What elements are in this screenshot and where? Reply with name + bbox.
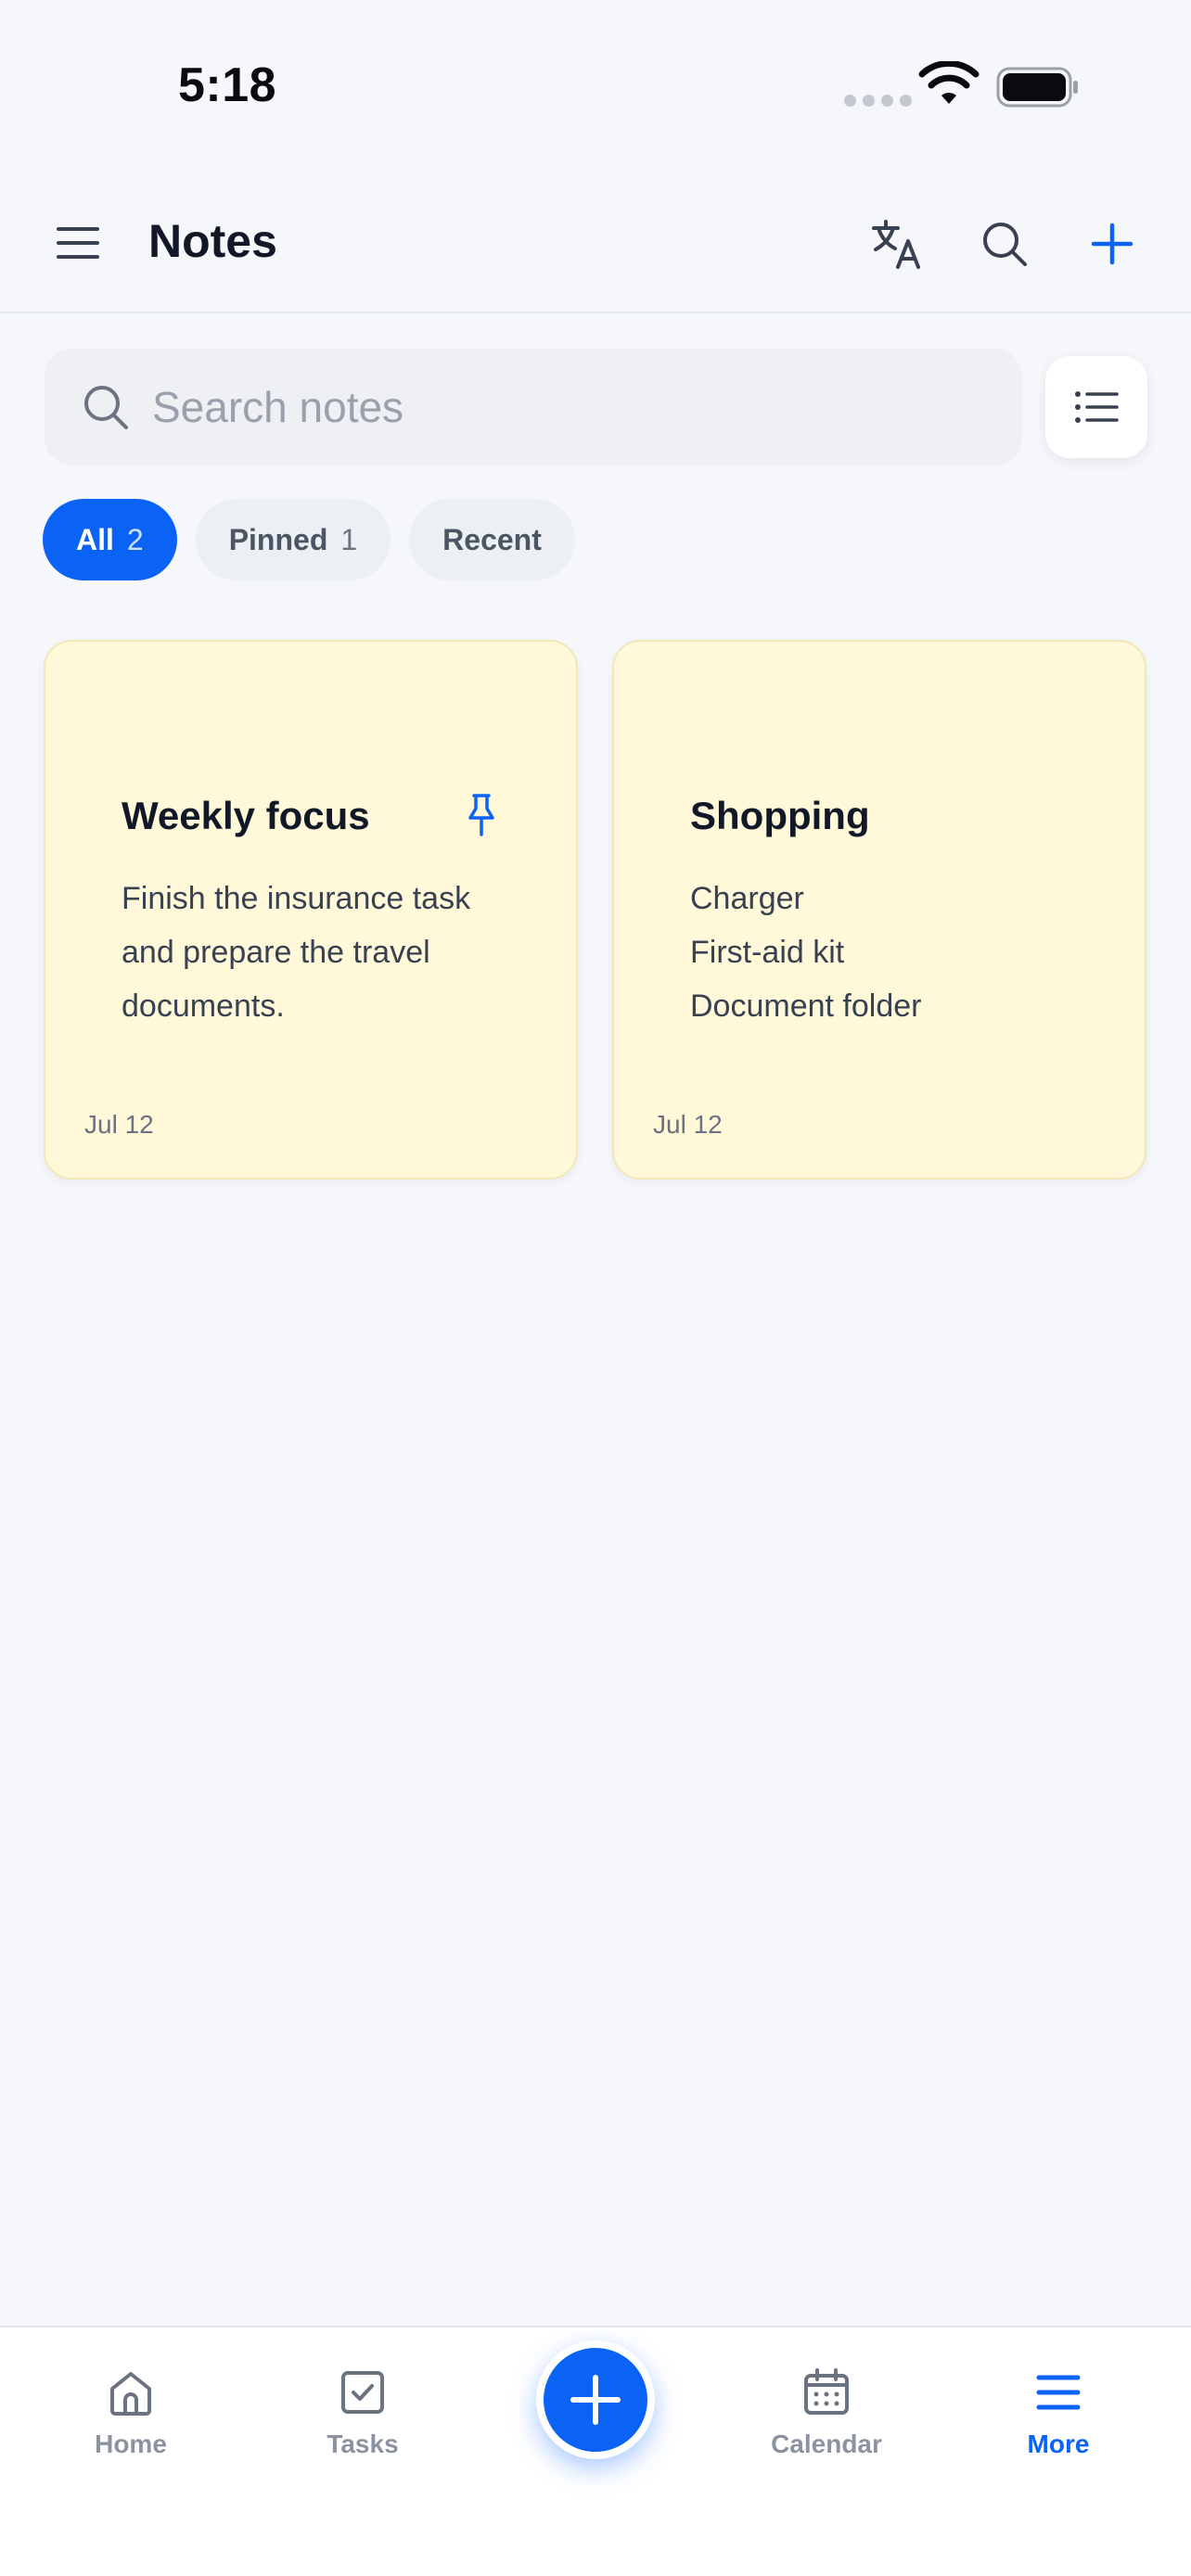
checkbox-icon: [341, 2371, 384, 2414]
nav-label: More: [1027, 2429, 1090, 2458]
nav-item-tasks[interactable]: Tasks: [270, 2365, 455, 2459]
note-title: Shopping: [690, 794, 870, 837]
nav-item-more[interactable]: More: [966, 2365, 1151, 2459]
translate-button[interactable]: [864, 211, 929, 276]
note-card[interactable]: Weekly focus Finish the insurance task a…: [44, 640, 578, 1180]
chip-label: Recent: [442, 522, 542, 556]
note-body: Finish the insurance task and prepare th…: [122, 881, 471, 1024]
cellular-signal-icon: [844, 95, 912, 107]
search-icon: [983, 223, 1027, 266]
search-input[interactable]: [152, 349, 987, 465]
note-card[interactable]: Shopping Charger First-aid kit Document …: [612, 640, 1146, 1180]
nav-item-home[interactable]: Home: [38, 2365, 224, 2459]
note-line: Document folder: [690, 988, 922, 1024]
nav-label: Home: [95, 2429, 167, 2458]
page-title: Notes: [148, 215, 277, 267]
note-body: Charger First-aid kit Document folder: [690, 872, 1098, 1033]
pin-icon[interactable]: [463, 792, 500, 838]
translate-icon: [872, 220, 920, 269]
filter-chip-all[interactable]: All 2: [43, 499, 177, 580]
status-bar: 5:18: [0, 0, 1191, 176]
filter-chip-pinned[interactable]: Pinned 1: [195, 499, 391, 580]
chip-label: Pinned: [228, 522, 328, 556]
plus-icon: [570, 2375, 621, 2425]
create-fab-button[interactable]: [536, 2340, 655, 2459]
nav-label: Tasks: [327, 2429, 399, 2458]
hamburger-icon: [57, 227, 99, 259]
list-view-icon: [1075, 391, 1119, 423]
note-line: First-aid kit: [690, 935, 845, 970]
battery-icon: [996, 67, 1078, 108]
nav-item-calendar[interactable]: Calendar: [734, 2365, 919, 2459]
calendar-icon: [804, 2368, 849, 2415]
note-line: Charger: [690, 881, 804, 916]
view-toggle-button[interactable]: [1045, 356, 1147, 458]
add-note-button[interactable]: [1080, 211, 1145, 276]
note-date: Jul 12: [653, 1110, 723, 1139]
note-date: Jul 12: [84, 1110, 154, 1139]
plus-icon: [1091, 223, 1133, 265]
chip-label: All: [76, 522, 114, 556]
wifi-icon: [918, 61, 980, 104]
filter-chips: All 2 Pinned 1 Recent: [43, 499, 575, 580]
filter-chip-recent[interactable]: Recent: [409, 499, 575, 580]
nav-label: Calendar: [771, 2429, 882, 2458]
search-button[interactable]: [972, 211, 1037, 276]
notes-screen: 5:18 Notes Search notes All 2 Pinned 1 R…: [0, 0, 1191, 2576]
search-bar: [45, 349, 1022, 465]
home-icon: [110, 2372, 151, 2416]
note-title: Weekly focus: [122, 794, 370, 837]
app-header: Notes: [0, 176, 1191, 313]
status-time: 5:18: [178, 58, 277, 112]
chip-count: 1: [340, 522, 358, 556]
menu-button[interactable]: [52, 217, 104, 269]
search-icon: [84, 386, 128, 429]
menu-icon: [1036, 2375, 1081, 2410]
chip-count: 2: [126, 522, 144, 556]
